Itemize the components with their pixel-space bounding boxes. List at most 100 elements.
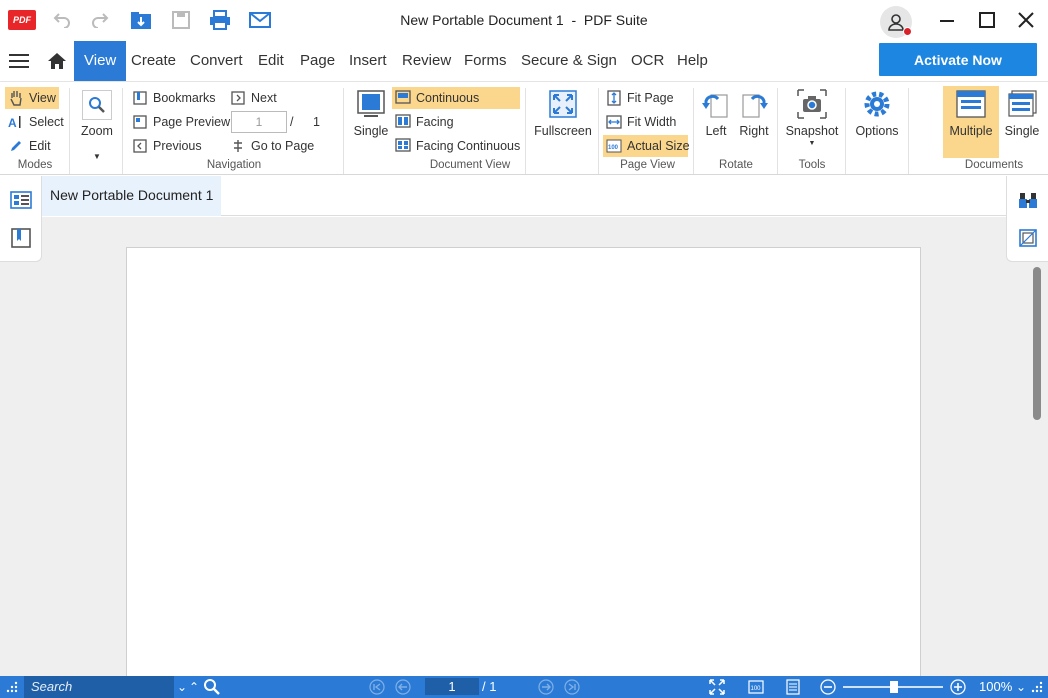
menu-insert[interactable]: Insert: [349, 41, 387, 81]
notification-dot: [903, 27, 912, 36]
multiple-documents-button[interactable]: Multiple: [943, 86, 999, 158]
search-icon[interactable]: [203, 679, 221, 695]
page-number-input[interactable]: 1: [231, 111, 287, 133]
bookmark-icon: [132, 90, 148, 106]
actual-size-button[interactable]: 100 Actual Size: [603, 135, 690, 157]
minimize-icon[interactable]: [932, 8, 962, 32]
ribbon: View A Select Edit Modes Zoom ▼ Bookmark…: [0, 81, 1048, 175]
document-tab[interactable]: New Portable Document 1: [42, 176, 222, 216]
left-side-panel: [0, 176, 42, 262]
mode-view-button[interactable]: View: [5, 87, 59, 109]
menu-help[interactable]: Help: [677, 41, 708, 81]
open-folder-icon[interactable]: [129, 8, 153, 32]
previous-page-button[interactable]: Previous: [129, 135, 205, 157]
crop-icon[interactable]: [1016, 226, 1040, 250]
binoculars-icon[interactable]: [1016, 188, 1040, 212]
svg-text:A: A: [8, 116, 17, 130]
group-label-modes: Modes: [17, 159, 53, 171]
activate-now-button[interactable]: Activate Now: [879, 43, 1037, 76]
gear-icon: [861, 88, 893, 120]
fullscreen-status-icon[interactable]: [708, 679, 726, 695]
next-page-icon[interactable]: [537, 679, 555, 695]
go-to-page-button[interactable]: Go to Page: [227, 135, 317, 157]
actual-size-icon: 100: [606, 138, 622, 154]
search-up-icon[interactable]: ⌃: [189, 679, 199, 695]
menu-page[interactable]: Page: [300, 41, 335, 81]
menu-convert[interactable]: Convert: [190, 41, 243, 81]
home-icon[interactable]: [45, 49, 69, 73]
fit-width-button[interactable]: Fit Width: [603, 111, 679, 133]
right-side-panel: [1006, 176, 1048, 262]
menu-ocr[interactable]: OCR: [631, 41, 664, 81]
single-page-icon: [355, 88, 387, 120]
zoom-slider-handle[interactable]: [890, 681, 898, 693]
status-bar: Search ⌄ ⌃ 1 / 1 100 100% ⌄: [0, 676, 1048, 698]
close-icon[interactable]: [1011, 8, 1041, 32]
facing-continuous-view-button[interactable]: Facing Continuous: [392, 135, 523, 157]
status-page-input[interactable]: 1: [425, 678, 479, 695]
title-bar: PDF New Portable Document 1 - PDF Suite: [0, 0, 1048, 41]
bookmarks-panel-icon[interactable]: [9, 226, 33, 250]
grip-icon: [1030, 679, 1044, 695]
zoom-dropdown-icon[interactable]: ⌄: [1016, 679, 1026, 695]
zoom-level[interactable]: 100%: [979, 676, 1012, 698]
menu-create[interactable]: Create: [131, 41, 176, 81]
fit-page-button[interactable]: Fit Page: [603, 87, 677, 109]
first-page-icon[interactable]: [368, 679, 386, 695]
ribbon-separator: [777, 88, 778, 174]
menu-review[interactable]: Review: [402, 41, 451, 81]
search-input[interactable]: Search: [24, 676, 174, 698]
mode-edit-button[interactable]: Edit: [5, 135, 54, 157]
grip-icon: [5, 679, 19, 695]
menu-secure-sign[interactable]: Secure & Sign: [521, 41, 617, 81]
document-workspace: [0, 217, 1048, 687]
pencil-icon: [8, 138, 24, 154]
fit-page-status-icon[interactable]: [784, 679, 802, 695]
continuous-view-button[interactable]: Continuous: [392, 87, 520, 109]
fit-page-icon: [606, 90, 622, 106]
user-account-icon[interactable]: [880, 6, 912, 38]
ribbon-separator: [525, 88, 526, 174]
next-page-button[interactable]: Next: [227, 87, 280, 109]
facing-view-button[interactable]: Facing: [392, 111, 457, 133]
save-icon[interactable]: [169, 8, 193, 32]
rotate-left-button[interactable]: Left: [700, 88, 732, 138]
hamburger-menu-icon[interactable]: [7, 49, 31, 73]
mode-select-button[interactable]: A Select: [5, 111, 67, 133]
ribbon-separator: [69, 88, 70, 174]
thumbnails-panel-icon[interactable]: [9, 188, 33, 212]
page-preview-button[interactable]: Page Preview: [129, 111, 233, 133]
svg-text:100: 100: [751, 686, 762, 692]
snapshot-button[interactable]: Snapshot ▼: [783, 88, 841, 147]
previous-page-icon[interactable]: [394, 679, 412, 695]
last-page-icon[interactable]: [563, 679, 581, 695]
print-icon[interactable]: [208, 8, 232, 32]
zoom-button[interactable]: Zoom ▼: [78, 90, 116, 161]
maximize-icon[interactable]: [972, 8, 1002, 32]
rotate-right-button[interactable]: Right: [737, 88, 771, 138]
bookmarks-button[interactable]: Bookmarks: [129, 87, 219, 109]
options-button[interactable]: Options: [852, 88, 902, 138]
facing-continuous-icon: [395, 138, 411, 154]
group-label-page-view: Page View: [620, 159, 675, 171]
page-separator: /: [290, 115, 294, 129]
email-icon[interactable]: [248, 8, 272, 32]
single-document-icon: [1006, 88, 1038, 120]
fullscreen-button[interactable]: Fullscreen: [534, 88, 592, 138]
actual-size-status-icon[interactable]: 100: [747, 679, 765, 695]
document-page[interactable]: [126, 247, 921, 687]
chevron-down-icon: ▼: [93, 152, 101, 161]
menu-edit[interactable]: Edit: [258, 41, 284, 81]
ribbon-separator: [693, 88, 694, 174]
group-label-rotate: Rotate: [719, 159, 753, 171]
single-document-button[interactable]: Single: [1003, 88, 1041, 138]
vertical-scrollbar[interactable]: [1033, 267, 1041, 420]
undo-icon[interactable]: [50, 8, 74, 32]
menu-forms[interactable]: Forms: [464, 41, 507, 81]
single-view-button[interactable]: Single: [352, 88, 390, 138]
zoom-in-icon[interactable]: [949, 679, 967, 695]
zoom-out-icon[interactable]: [819, 679, 837, 695]
search-down-icon[interactable]: ⌄: [177, 679, 187, 695]
menu-view[interactable]: View: [74, 41, 127, 81]
redo-icon[interactable]: [88, 8, 112, 32]
